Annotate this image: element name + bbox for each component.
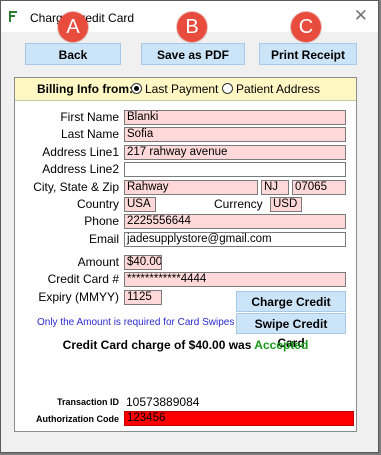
expiry-label: Expiry (MMYY) xyxy=(38,290,119,304)
address-line2-field[interactable] xyxy=(124,162,346,177)
transaction-id-value: 10573889084 xyxy=(126,395,200,409)
amount-label: Amount xyxy=(77,255,119,269)
address-line2-label: Address Line2 xyxy=(42,162,119,176)
patient-address-label[interactable]: Patient Address xyxy=(236,82,320,96)
charge-credit-card-button[interactable]: Charge Credit Card xyxy=(236,291,346,328)
address-line1-field[interactable]: 217 rahway avenue xyxy=(124,145,346,160)
close-icon[interactable]: ✕ xyxy=(354,6,368,26)
callout-c: C xyxy=(291,12,321,42)
billing-panel: Billing Info from: Last Payment Patient … xyxy=(14,77,357,432)
app-icon xyxy=(9,11,17,22)
billing-info-label: Billing Info from: xyxy=(37,82,133,96)
authorization-code-label: Authorization Code xyxy=(36,414,119,424)
status-text: Credit Card charge of $40.00 was xyxy=(62,338,255,352)
email-label: Email xyxy=(88,232,119,246)
amount-field[interactable]: $40.00 xyxy=(124,255,162,270)
currency-label: Currency xyxy=(214,197,263,211)
first-name-field[interactable]: Blanki xyxy=(124,110,346,125)
email-field[interactable]: jadesupplystore@gmail.com xyxy=(124,232,346,247)
zip-field[interactable]: 07065 xyxy=(292,180,346,195)
credit-card-number-label: Credit Card # xyxy=(47,272,119,286)
state-field[interactable]: NJ xyxy=(261,180,289,195)
expiry-field[interactable]: 1125 xyxy=(124,290,162,305)
charge-credit-card-window: Charge Credit Card ✕ Back Save as PDF Pr… xyxy=(0,0,379,453)
last-payment-radio[interactable] xyxy=(131,83,142,94)
print-receipt-button[interactable]: Print Receipt xyxy=(259,43,357,65)
callout-a: A xyxy=(58,12,88,42)
authorization-code-field: 123456 xyxy=(124,411,354,426)
save-as-pdf-button[interactable]: Save as PDF xyxy=(141,43,245,65)
patient-address-radio[interactable] xyxy=(222,83,233,94)
country-field[interactable]: USA xyxy=(124,197,156,212)
phone-field[interactable]: 2225556644 xyxy=(124,214,346,229)
city-field[interactable]: Rahway xyxy=(124,180,258,195)
last-payment-label[interactable]: Last Payment xyxy=(145,82,218,96)
transaction-id-label: Transaction ID xyxy=(56,397,119,407)
charge-status-message: Credit Card charge of $40.00 was Accepte… xyxy=(15,338,356,352)
city-state-zip-label: City, State & Zip xyxy=(33,180,119,194)
address-line1-label: Address Line1 xyxy=(42,145,119,159)
billing-source-bar: Billing Info from: Last Payment Patient … xyxy=(15,78,356,101)
back-button[interactable]: Back xyxy=(25,43,121,65)
first-name-label: First Name xyxy=(60,110,119,124)
credit-card-number-field[interactable]: ************4444 xyxy=(124,272,346,287)
currency-field[interactable]: USD xyxy=(270,197,302,212)
country-label: Country xyxy=(76,197,119,211)
last-name-label: Last Name xyxy=(60,127,119,141)
phone-label: Phone xyxy=(84,214,119,228)
status-result: Accepted xyxy=(254,338,309,352)
last-name-field[interactable]: Sofia xyxy=(124,127,346,142)
card-swipe-note: Only the Amount is required for Card Swi… xyxy=(37,317,235,328)
swipe-credit-card-button[interactable]: Swipe Credit Card xyxy=(236,313,346,350)
callout-b: B xyxy=(177,12,207,42)
